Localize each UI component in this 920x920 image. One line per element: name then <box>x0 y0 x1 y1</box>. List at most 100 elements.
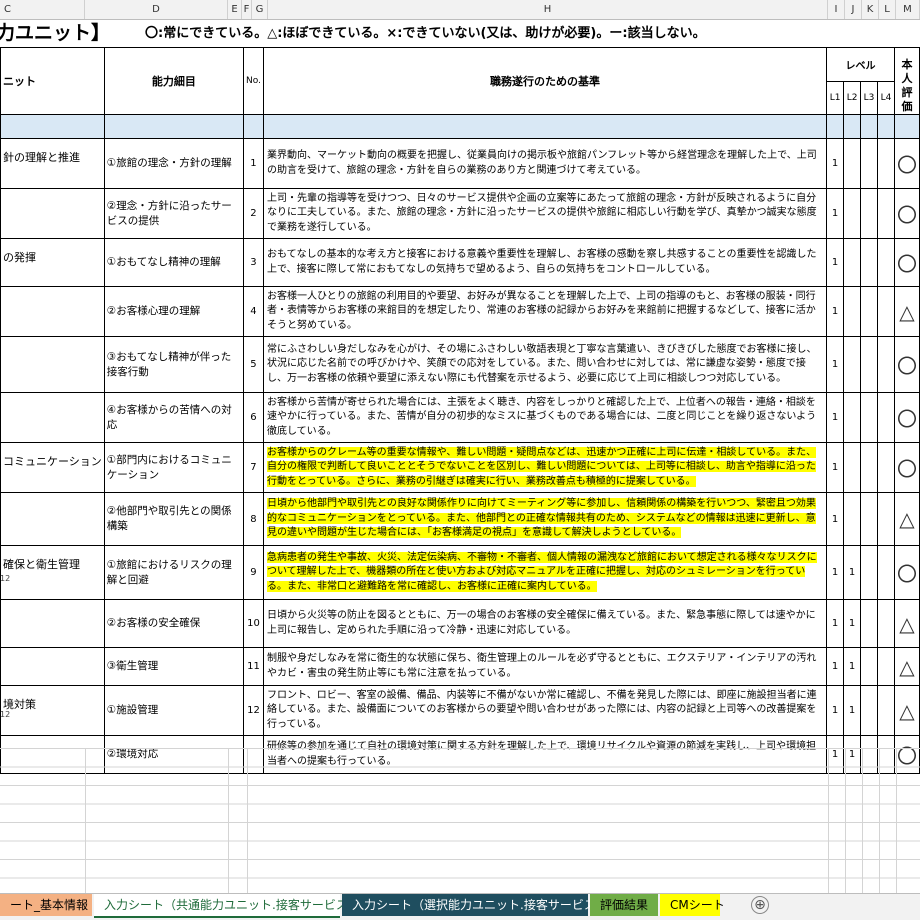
unit-cell[interactable] <box>0 492 105 546</box>
self-eval-cell[interactable]: △ <box>893 599 920 648</box>
criteria-cell[interactable]: 日頃から火災等の防止を図るとともに、万一の場合のお客様の安全確保に備えている。ま… <box>262 599 828 648</box>
column-header-c[interactable]: C <box>0 0 85 19</box>
level-l3-cell[interactable] <box>860 336 878 393</box>
no-cell[interactable]: 12 <box>243 685 264 736</box>
no-cell[interactable]: 2 <box>243 188 264 239</box>
column-header-h[interactable]: H <box>268 0 828 19</box>
criteria-cell[interactable]: おもてなしの基本的な考え方と接客における意義や重要性を理解し、お客様の感動を察し… <box>262 238 828 287</box>
no-cell[interactable]: 10 <box>243 599 264 648</box>
detail-cell[interactable]: ①部門内におけるコミュニケーション <box>103 442 245 493</box>
criteria-cell[interactable]: 日頃から他部門や取引先との良好な関係作りに向けてミーティング等に参加し、信頼関係… <box>262 492 828 546</box>
detail-cell[interactable]: ③おもてなし精神が伴った接客行動 <box>103 336 245 393</box>
level-l2-cell[interactable]: 1 <box>843 647 862 686</box>
unit-cell[interactable]: 確保と衛生管理 <box>0 545 105 600</box>
unit-cell[interactable] <box>0 599 105 648</box>
criteria-cell[interactable]: お客様一人ひとりの旅館の利用目的や要望、お好みが異なることを理解した上で、上司の… <box>262 286 828 337</box>
detail-cell[interactable]: ④お客様からの苦情への対応 <box>103 392 245 443</box>
level-l2-cell[interactable]: 1 <box>843 685 862 736</box>
level-l1-cell[interactable]: 1 <box>826 138 845 189</box>
column-header-l[interactable]: L <box>879 0 896 19</box>
level-l2-cell[interactable] <box>843 442 862 493</box>
criteria-cell[interactable]: 制服や身だしなみを常に衛生的な状態に保ち、衛生管理上のルールを必ず守るとともに、… <box>262 647 828 686</box>
self-eval-cell[interactable]: △ <box>893 492 920 546</box>
no-cell[interactable]: 7 <box>243 442 264 493</box>
unit-cell[interactable] <box>0 188 105 239</box>
level-l3-cell[interactable] <box>860 392 878 443</box>
self-eval-cell[interactable]: 〇 <box>893 238 920 287</box>
no-cell[interactable]: 11 <box>243 647 264 686</box>
self-eval-cell[interactable]: 〇 <box>893 138 920 189</box>
level-l3-cell[interactable] <box>860 492 878 546</box>
header-level[interactable]: レベル <box>826 47 895 82</box>
self-eval-cell[interactable]: 〇 <box>893 442 920 493</box>
level-l1-cell[interactable]: 1 <box>826 685 845 736</box>
level-l4-cell[interactable] <box>877 647 895 686</box>
unit-cell[interactable]: コミュニケーション <box>0 442 105 493</box>
level-l4-cell[interactable] <box>877 336 895 393</box>
level-l2-cell[interactable] <box>843 336 862 393</box>
level-l3-cell[interactable] <box>860 685 878 736</box>
level-l2-cell[interactable] <box>843 392 862 443</box>
criteria-cell[interactable]: 上司・先輩の指導等を受けつつ、日々のサービス提供や企画の立案等にあたって旅館の理… <box>262 188 828 239</box>
no-cell[interactable]: 9 <box>243 545 264 600</box>
self-eval-cell[interactable]: 〇 <box>893 336 920 393</box>
unit-cell[interactable] <box>0 336 105 393</box>
criteria-cell[interactable]: お客様からのクレーム等の重要な情報や、難しい問題・疑問点などは、迅速かつ正確に上… <box>262 442 828 493</box>
self-eval-cell[interactable]: △ <box>893 647 920 686</box>
level-l3-cell[interactable] <box>860 545 878 600</box>
level-l4-cell[interactable] <box>877 138 895 189</box>
self-eval-cell[interactable]: △ <box>893 286 920 337</box>
level-l4-cell[interactable] <box>877 685 895 736</box>
self-eval-cell[interactable]: △ <box>893 685 920 736</box>
sheet-title[interactable]: 力ユニット】 <box>0 19 110 47</box>
unit-cell[interactable] <box>0 286 105 337</box>
column-header-j[interactable]: J <box>845 0 862 19</box>
unit-cell[interactable]: 境対策 <box>0 685 105 736</box>
level-l3-cell[interactable] <box>860 647 878 686</box>
level-l2-cell[interactable] <box>843 238 862 287</box>
header-l3[interactable]: L3 <box>860 80 878 115</box>
level-l1-cell[interactable]: 1 <box>826 336 845 393</box>
column-header-e[interactable]: E <box>228 0 242 19</box>
level-l4-cell[interactable] <box>877 492 895 546</box>
level-l3-cell[interactable] <box>860 442 878 493</box>
self-eval-cell[interactable]: 〇 <box>893 392 920 443</box>
level-l4-cell[interactable] <box>877 238 895 287</box>
level-l3-cell[interactable] <box>860 238 878 287</box>
column-header-d[interactable]: D <box>85 0 228 19</box>
level-l2-cell[interactable]: 1 <box>843 545 862 600</box>
column-header-g[interactable]: G <box>252 0 268 19</box>
column-header-f[interactable]: F <box>242 0 252 19</box>
no-cell[interactable]: 4 <box>243 286 264 337</box>
column-header-i[interactable]: I <box>828 0 845 19</box>
no-cell[interactable]: 6 <box>243 392 264 443</box>
header-criteria[interactable]: 職務遂行のための基準 <box>262 47 828 115</box>
header-l4[interactable]: L4 <box>877 80 895 115</box>
criteria-cell[interactable]: 業界動向、マーケット動向の概要を把握し、従業員向けの掲示板や旅館パンフレット等か… <box>262 138 828 189</box>
self-eval-cell[interactable]: 〇 <box>893 188 920 239</box>
header-l2[interactable]: L2 <box>843 80 862 115</box>
detail-cell[interactable]: ②理念・方針に沿ったサービスの提供 <box>103 188 245 239</box>
level-l4-cell[interactable] <box>877 188 895 239</box>
level-l2-cell[interactable] <box>843 188 862 239</box>
column-header-m[interactable]: M <box>896 0 920 19</box>
level-l3-cell[interactable] <box>860 286 878 337</box>
level-l1-cell[interactable]: 1 <box>826 238 845 287</box>
level-l1-cell[interactable]: 1 <box>826 545 845 600</box>
header-eval[interactable]: 本人評価 <box>893 47 920 115</box>
level-l4-cell[interactable] <box>877 286 895 337</box>
header-no[interactable]: No. <box>243 47 264 115</box>
detail-cell[interactable]: ②お客様心理の理解 <box>103 286 245 337</box>
sheet-tab[interactable]: ート_基本情報 <box>0 894 92 916</box>
level-l2-cell[interactable] <box>843 286 862 337</box>
level-l4-cell[interactable] <box>877 442 895 493</box>
detail-cell[interactable]: ②他部門や取引先との関係構築 <box>103 492 245 546</box>
unit-cell[interactable] <box>0 647 105 686</box>
header-detail[interactable]: 能力細目 <box>103 47 245 115</box>
level-l1-cell[interactable]: 1 <box>826 392 845 443</box>
detail-cell[interactable]: ③衛生管理 <box>103 647 245 686</box>
self-eval-cell[interactable]: 〇 <box>893 545 920 600</box>
rating-legend[interactable]: 〇:常にできている。△:ほぼできている。×:できていない(又は、助けが必要)。ー… <box>145 19 706 49</box>
level-l1-cell[interactable]: 1 <box>826 286 845 337</box>
level-l1-cell[interactable]: 1 <box>826 188 845 239</box>
